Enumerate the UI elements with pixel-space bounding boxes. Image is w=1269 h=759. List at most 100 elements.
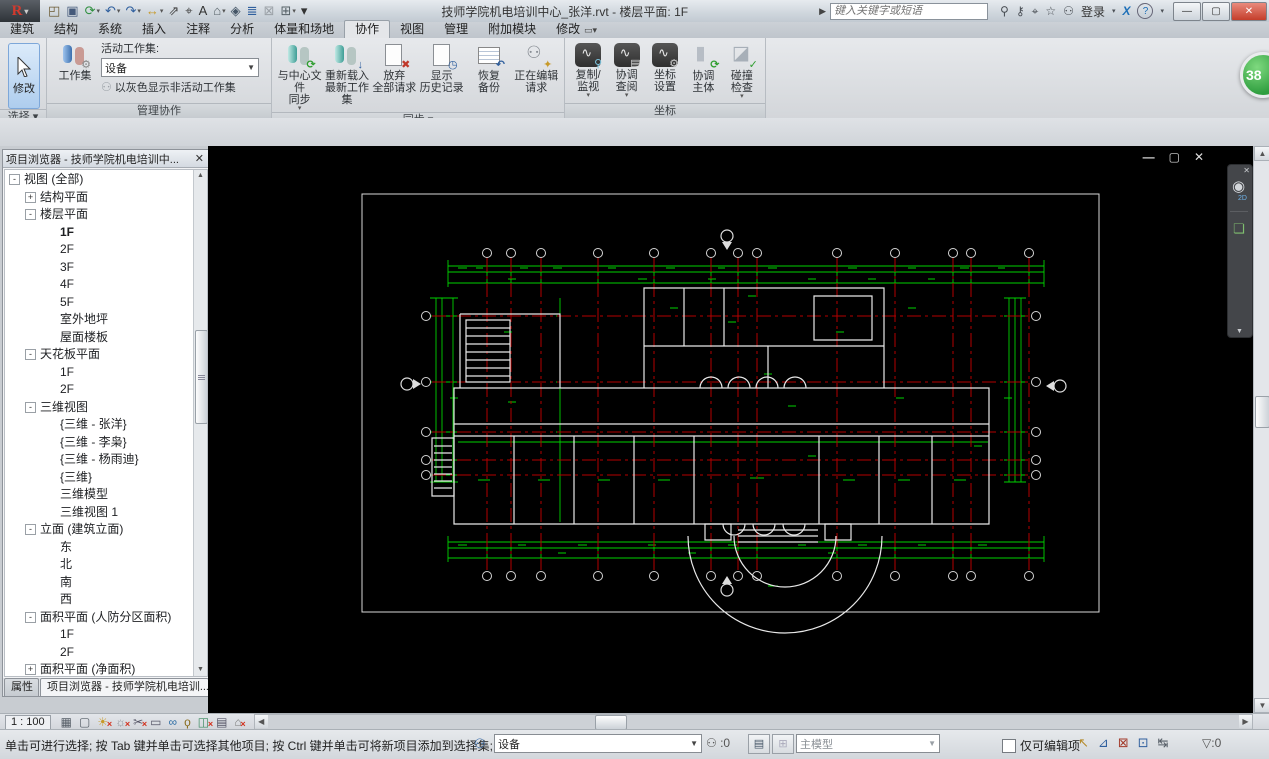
scroll-up-icon[interactable]: ▲ bbox=[1254, 146, 1269, 161]
tree-item[interactable]: {三维 - 杨雨迪} bbox=[5, 451, 207, 469]
show-history-button[interactable]: ◷ 显示 历史记录 bbox=[418, 40, 465, 94]
navbar-chevron-icon[interactable]: ▼ bbox=[1236, 328, 1243, 335]
tree-item[interactable]: 4F bbox=[5, 276, 207, 294]
crop-view-icon[interactable]: ✂ × bbox=[133, 715, 147, 729]
scale-button[interactable]: 1 : 100 bbox=[5, 714, 51, 730]
active-workset-select[interactable]: 设备 ▼ bbox=[101, 58, 259, 77]
gray-inactive-worksets-toggle[interactable]: ⚇ 以灰色显示非活动工作集 bbox=[101, 79, 259, 95]
editing-requests-button[interactable]: ✦ 正在编辑 请求 bbox=[513, 40, 560, 94]
horizontal-scrollbar[interactable]: ◀ ▶ bbox=[253, 713, 1253, 731]
tree-item[interactable]: 西 bbox=[5, 591, 207, 609]
save-icon[interactable]: ▣ bbox=[64, 2, 81, 20]
active-workset-status-select[interactable]: 设备 ▼ bbox=[494, 734, 702, 753]
relinquish-all-button[interactable]: ✖ 放弃 全部请求 bbox=[371, 40, 418, 94]
add-to-set-icon[interactable]: ⊞ bbox=[772, 734, 794, 754]
tree-expander-icon[interactable]: - bbox=[25, 209, 36, 220]
editable-only-checkbox[interactable]: 仅可编辑项 bbox=[1002, 737, 1080, 754]
communication-center-icon[interactable]: ⌖ bbox=[1032, 4, 1039, 19]
reload-latest-button[interactable]: ↓ 重新载入 最新工作集 bbox=[323, 40, 370, 106]
tree-item[interactable]: 1F bbox=[5, 626, 207, 644]
close-hidden-windows-icon[interactable]: ⊠ bbox=[262, 2, 278, 20]
tree-item[interactable]: - 面积平面 (人防分区面积) bbox=[5, 609, 207, 627]
ribbon-tab[interactable]: 附加模块 bbox=[478, 21, 546, 38]
restore-button[interactable]: ▢ bbox=[1202, 1, 1230, 21]
drawing-area[interactable]: — ▢ ✕ ✕ ◉ 2D ❏ ▼ bbox=[208, 146, 1253, 713]
project-browser-header[interactable]: 项目浏览器 - 技师学院机电培训中... ✕ bbox=[3, 150, 209, 168]
tree-item[interactable]: 三维视图 1 bbox=[5, 504, 207, 522]
subscription-key-icon[interactable]: ⚷ bbox=[1016, 4, 1025, 18]
interference-check-button[interactable]: ✓ 碰撞 检查 ▾ bbox=[723, 40, 761, 100]
customize-qat-icon[interactable]: ▾ bbox=[299, 2, 311, 20]
tree-item[interactable]: + 结构平面 bbox=[5, 189, 207, 207]
select-elements-by-face-icon[interactable]: ⊡ bbox=[1138, 735, 1149, 751]
ribbon-tab[interactable]: 分析 bbox=[220, 21, 264, 38]
filter-icon[interactable]: ▽:0 bbox=[1202, 736, 1221, 750]
undo-icon[interactable]: ↶ ▾ bbox=[103, 2, 122, 20]
default-3d-view-icon[interactable]: ⌂ ▾ bbox=[211, 2, 227, 20]
revit-app-button[interactable]: R ▾ bbox=[0, 0, 40, 22]
coordination-review-button[interactable]: ▤ 协调 查阅 ▾ bbox=[607, 40, 645, 99]
scroll-right-icon[interactable]: ▶ bbox=[1239, 714, 1252, 728]
tree-item[interactable]: - 天花板平面 bbox=[5, 346, 207, 364]
help-chevron-icon[interactable]: ▾ bbox=[1160, 7, 1164, 15]
floor-plan-view[interactable] bbox=[208, 146, 1253, 713]
tree-item[interactable]: 2F bbox=[5, 241, 207, 259]
sync-with-central-icon[interactable]: ⟳ ▾ bbox=[83, 2, 102, 20]
checkbox[interactable] bbox=[1002, 738, 1016, 753]
signin-person-icon[interactable]: ⚇ bbox=[1063, 4, 1074, 18]
tree-expander-icon[interactable]: - bbox=[25, 349, 36, 360]
open-icon[interactable]: ◰ bbox=[46, 2, 63, 20]
tree-item[interactable]: {三维} bbox=[5, 469, 207, 487]
view-restore-icon[interactable]: ▢ bbox=[1169, 150, 1180, 164]
sync-with-central-button[interactable]: ⟳ 与中心文件 同步 ▾ bbox=[276, 40, 323, 112]
tree-item[interactable]: 3F bbox=[5, 259, 207, 277]
tree-item[interactable]: 1F bbox=[5, 364, 207, 382]
tree-expander-icon[interactable]: - bbox=[25, 401, 36, 413]
tree-item[interactable]: + 面积平面 (净面积) bbox=[5, 661, 207, 676]
ribbon-tab[interactable]: 插入 bbox=[132, 21, 176, 38]
redo-icon[interactable]: ↷ ▾ bbox=[123, 2, 142, 20]
scrollbar-thumb[interactable] bbox=[594, 714, 627, 730]
zoom-tool-icon[interactable]: ❏ bbox=[1233, 221, 1245, 237]
measure-icon[interactable]: ↔ ▾ bbox=[144, 2, 166, 20]
ribbon-tab[interactable]: 注释 bbox=[176, 21, 220, 38]
aligned-dimension-icon[interactable]: ⇗ bbox=[166, 2, 182, 20]
tree-expander-icon[interactable]: + bbox=[25, 664, 36, 675]
select-pinned-elements-icon[interactable]: ⊠ bbox=[1118, 735, 1129, 751]
scroll-left-icon[interactable]: ◀ bbox=[254, 714, 268, 728]
tree-item[interactable]: 三维模型 bbox=[5, 486, 207, 504]
coordinate-settings-button[interactable]: ⚙ 坐标 设置 bbox=[646, 40, 684, 93]
copy-monitor-button[interactable]: ⚲ 复制/ 监视 ▾ bbox=[569, 40, 607, 99]
modify-button[interactable]: 修改 bbox=[8, 43, 40, 109]
worksets-button[interactable]: ⚙ 工作集 bbox=[51, 40, 99, 82]
design-option-select[interactable]: 主模型 ▼ bbox=[796, 734, 940, 753]
visual-style-icon[interactable]: ▢ bbox=[79, 715, 90, 729]
ribbon-tab[interactable]: 建筑 bbox=[0, 21, 44, 38]
tag-icon[interactable]: ⌖ bbox=[183, 2, 195, 20]
drag-elements-on-selection-icon[interactable]: ↹ bbox=[1158, 735, 1169, 751]
tree-item[interactable]: - 立面 (建筑立面) bbox=[5, 521, 207, 539]
tree-expander-icon[interactable]: - bbox=[25, 611, 36, 623]
ribbon-tab[interactable]: 结构 bbox=[44, 21, 88, 38]
view-close-icon[interactable]: ✕ bbox=[1194, 150, 1204, 164]
detail-level-icon[interactable]: ▦ bbox=[61, 715, 72, 729]
tree-item[interactable]: {三维 - 李枭} bbox=[5, 434, 207, 452]
ribbon-tab[interactable]: 视图 bbox=[390, 21, 434, 38]
editing-requests-indicator[interactable]: ⚇ :0 bbox=[706, 736, 730, 750]
search-input[interactable] bbox=[830, 2, 989, 20]
tree-item[interactable]: 5F bbox=[5, 294, 207, 312]
tree-item[interactable]: - 视图 (全部) bbox=[5, 171, 207, 189]
switch-windows-icon[interactable]: ⊞ ▾ bbox=[278, 2, 297, 20]
tree-item[interactable]: - 三维视图 bbox=[5, 399, 207, 417]
ribbon-tab[interactable]: 协作 bbox=[344, 20, 391, 38]
scroll-up-icon[interactable]: ▲ bbox=[194, 170, 207, 182]
thin-lines-icon[interactable]: ≣ bbox=[245, 2, 261, 20]
sun-path-icon[interactable]: ☀ × bbox=[97, 715, 112, 729]
ribbon-tab[interactable]: 体量和场地 bbox=[264, 21, 344, 38]
signin-chevron-icon[interactable]: ▾ bbox=[1112, 7, 1116, 15]
favorites-star-icon[interactable]: ☆ bbox=[1045, 4, 1056, 18]
help-icon[interactable]: ? bbox=[1137, 3, 1154, 19]
navigation-bar[interactable]: ✕ ◉ 2D ❏ ▼ bbox=[1227, 164, 1253, 338]
infocenter-collapse-icon[interactable]: ▶ bbox=[819, 6, 826, 17]
close-icon[interactable]: ✕ bbox=[193, 152, 206, 165]
